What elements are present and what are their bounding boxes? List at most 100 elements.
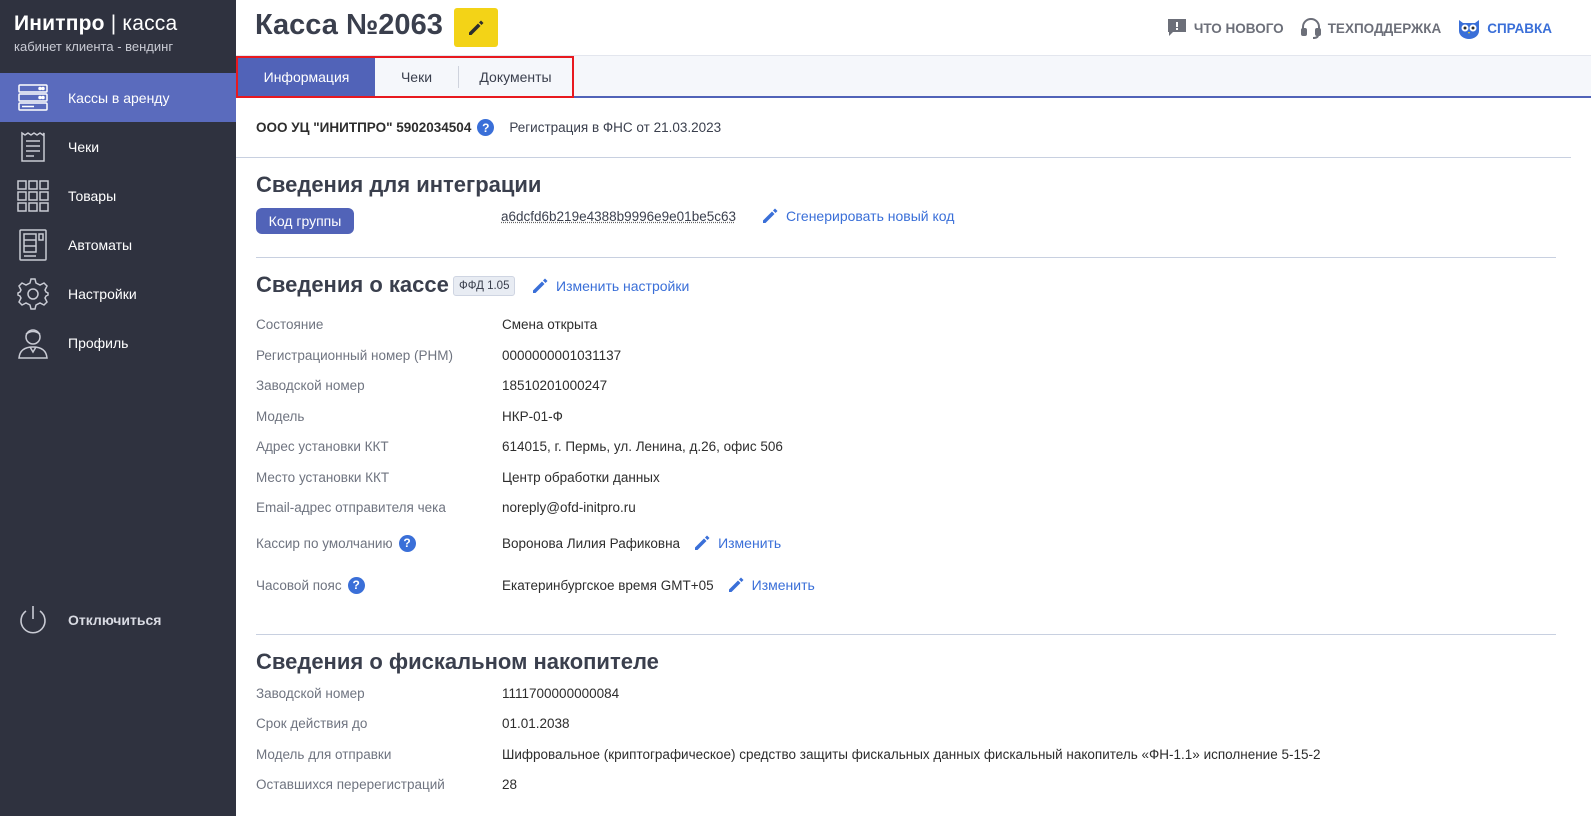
row-value: 28 bbox=[502, 777, 518, 792]
tabs-bar: Информация Чеки Документы bbox=[236, 56, 1591, 98]
sidebar-item-label: Настройки bbox=[68, 285, 137, 302]
sidebar-item-tovary[interactable]: Товары bbox=[0, 171, 236, 220]
tabs-highlight-frame: Информация Чеки Документы bbox=[236, 56, 574, 98]
brand-name: Инитпро bbox=[14, 12, 105, 35]
row-value: Смена открыта bbox=[502, 317, 598, 332]
row-label: Email-адрес отправителя чека bbox=[256, 500, 446, 515]
divider bbox=[256, 634, 1556, 635]
org-registration: Регистрация в ФНС от 21.03.2023 bbox=[509, 120, 722, 135]
sidebar-item-label: Чеки bbox=[68, 138, 100, 155]
change-timezone-label: Изменить bbox=[751, 577, 815, 593]
pencil-icon bbox=[469, 20, 484, 35]
sidebar-item-label: Профиль bbox=[68, 334, 129, 351]
row-label: Оставшихся перерегистраций bbox=[256, 777, 445, 792]
pencil-icon bbox=[533, 278, 548, 293]
whats-new-link[interactable]: ЧТО НОВОГО bbox=[1166, 17, 1284, 39]
change-cashier-link[interactable]: Изменить bbox=[692, 533, 781, 553]
sidebar-item-label: Кассы в аренду bbox=[68, 89, 170, 106]
info-row: Заводской номер 1111700000000084 bbox=[256, 686, 619, 701]
org-help-icon[interactable]: ? bbox=[477, 119, 495, 136]
sidebar: Инитпро | касса кабинет клиента - вендинг … bbox=[0, 0, 236, 816]
sidebar-item-cheki[interactable]: Чеки bbox=[0, 122, 236, 171]
sidebar-item-nastroyki[interactable]: Настройки bbox=[0, 269, 236, 318]
generate-code-link[interactable]: Сгенерировать новый код bbox=[760, 206, 954, 226]
whats-new-label: ЧТО НОВОГО bbox=[1193, 20, 1284, 36]
info-row: Email-адрес отправителя чека noreply@ofd… bbox=[256, 500, 636, 515]
info-row: Модель НКР-01-Ф bbox=[256, 409, 563, 424]
info-row: Модель для отправки Шифровальное (крипто… bbox=[256, 747, 1321, 762]
sidebar-item-profil[interactable]: Профиль bbox=[0, 318, 236, 367]
pencil-icon bbox=[695, 535, 710, 550]
cashier-help-icon[interactable]: ? bbox=[398, 534, 416, 552]
row-label: Регистрационный номер (РНМ) bbox=[256, 348, 454, 363]
row-label: Состояние bbox=[256, 317, 324, 332]
info-row: Оставшихся перерегистраций 28 bbox=[256, 777, 517, 792]
change-settings-label: Изменить настройки bbox=[556, 278, 690, 294]
row-value: 614015, г. Пермь, ул. Ленина, д.26, офис… bbox=[502, 439, 783, 454]
page-title: Касса №2063 bbox=[255, 9, 443, 41]
info-row: Состояние Смена открыта bbox=[256, 317, 597, 332]
cashier-row: Кассир по умолчанию ? Воронова Лилия Раф… bbox=[256, 533, 781, 553]
timezone-help-icon[interactable]: ? bbox=[347, 576, 365, 594]
cashier-label: Кассир по умолчанию bbox=[256, 535, 393, 551]
info-row: Срок действия до 01.01.2038 bbox=[256, 716, 570, 731]
tab-informaciya[interactable]: Информация bbox=[238, 58, 375, 96]
cashier-value: Воронова Лилия Рафиковна bbox=[502, 535, 681, 551]
tab-cheki[interactable]: Чеки bbox=[375, 58, 458, 96]
header: Касса №2063 ЧТО НОВОГО ТЕХПОДДЕРЖКА СПРА… bbox=[236, 0, 1591, 56]
timezone-row: Часовой пояс ? Екатеринбургское время GM… bbox=[256, 575, 815, 595]
row-label: Модель bbox=[256, 409, 305, 424]
brand-separator: | bbox=[110, 12, 117, 35]
help-label: СПРАВКА bbox=[1487, 20, 1552, 36]
row-value: 1111700000000084 bbox=[502, 686, 620, 701]
cashier-label-wrap: Кассир по умолчанию ? bbox=[256, 534, 502, 552]
pencil-icon bbox=[728, 577, 744, 592]
generate-code-label: Сгенерировать новый код bbox=[786, 208, 955, 224]
gear-icon bbox=[16, 277, 50, 311]
change-settings-link[interactable]: Изменить настройки bbox=[530, 276, 689, 296]
support-link[interactable]: ТЕХПОДДЕРЖКА bbox=[1300, 17, 1442, 39]
chat-exclamation-icon bbox=[1167, 19, 1186, 36]
row-value: Центр обработки данных bbox=[502, 470, 660, 485]
timezone-value-wrap: Екатеринбургское время GMT+05 Изменить bbox=[502, 575, 815, 595]
info-row: Заводской номер 18510201000247 bbox=[256, 378, 607, 393]
pencil-icon bbox=[763, 208, 778, 223]
support-label: ТЕХПОДДЕРЖКА bbox=[1327, 20, 1442, 36]
brand-subtitle: кабинет клиента - вендинг bbox=[14, 39, 174, 54]
receipt-icon bbox=[16, 130, 50, 164]
row-value: Шифровальное (криптографическое) средств… bbox=[502, 747, 1321, 762]
sidebar-item-kassy[interactable]: Кассы в аренду bbox=[0, 73, 236, 122]
top-links: ЧТО НОВОГО ТЕХПОДДЕРЖКА СПРАВКА bbox=[1150, 15, 1552, 41]
group-code-badge: Код группы bbox=[256, 208, 354, 234]
row-value: noreply@ofd-initpro.ru bbox=[502, 500, 636, 515]
tab-dokumenty[interactable]: Документы bbox=[459, 58, 572, 96]
timezone-value: Екатеринбургское время GMT+05 bbox=[502, 577, 714, 593]
row-label: Модель для отправки bbox=[256, 747, 392, 762]
cashier-value-wrap: Воронова Лилия Рафиковна Изменить bbox=[502, 533, 781, 553]
divider bbox=[236, 157, 1571, 158]
brand-logo[interactable]: Инитпро | касса кабинет клиента - вендинг bbox=[14, 12, 177, 54]
brand-product: касса bbox=[122, 12, 178, 35]
user-icon bbox=[16, 326, 50, 360]
owl-icon bbox=[1459, 20, 1480, 39]
row-label: Место установки ККТ bbox=[256, 470, 390, 485]
edit-title-button[interactable] bbox=[454, 8, 498, 47]
logout-label: Отключиться bbox=[68, 612, 162, 628]
sidebar-item-label: Автоматы bbox=[68, 236, 133, 253]
headset-icon bbox=[1300, 18, 1321, 39]
sidebar-item-label: Товары bbox=[68, 187, 117, 204]
row-label: Заводской номер bbox=[256, 686, 365, 701]
help-link[interactable]: СПРАВКА bbox=[1457, 17, 1552, 39]
row-label: Адрес установки ККТ bbox=[256, 439, 389, 454]
divider bbox=[256, 257, 1556, 258]
vending-machine-icon bbox=[16, 228, 50, 262]
sidebar-item-avtomaty[interactable]: Автоматы bbox=[0, 220, 236, 269]
grid-icon bbox=[16, 179, 50, 213]
logout-button[interactable]: Отключиться bbox=[0, 598, 236, 642]
org-info: ООО УЦ "ИНИТПРО" 5902034504 ? Регистраци… bbox=[256, 119, 721, 136]
group-code-value[interactable]: a6dcfd6b219e4388b9996e9e01be5c63 bbox=[501, 209, 736, 224]
row-label: Срок действия до bbox=[256, 716, 368, 731]
fn-title: Сведения о фискальном накопителе bbox=[256, 649, 659, 674]
change-timezone-link[interactable]: Изменить bbox=[726, 575, 815, 595]
org-name: ООО УЦ "ИНИТПРО" 5902034504 bbox=[256, 120, 472, 135]
